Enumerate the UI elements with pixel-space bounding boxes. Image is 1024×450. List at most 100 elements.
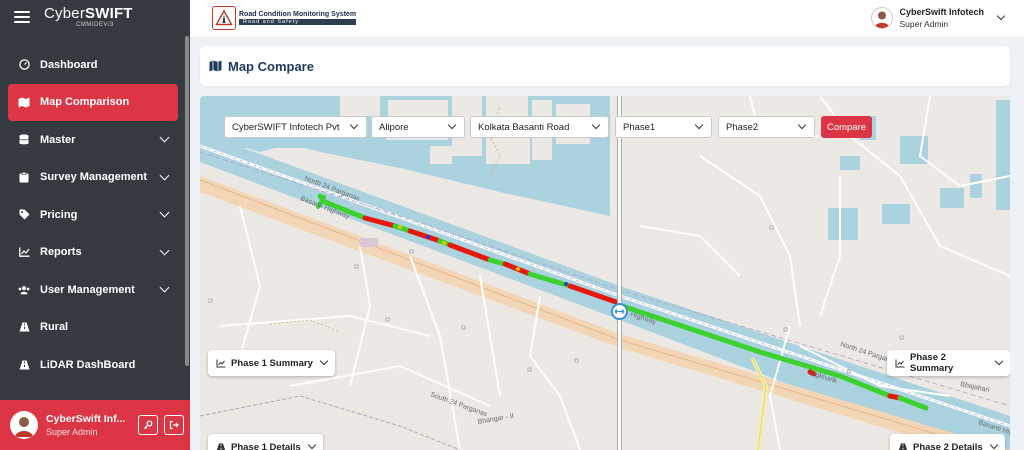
phase1-details-label: Phase 1 Details (231, 441, 301, 450)
chart-line-icon (895, 359, 905, 368)
dashboard-icon (18, 59, 30, 71)
sidebar-user-box: CyberSwift Inf... Super Admin (0, 400, 190, 450)
sidebar-item-label: Rural (40, 321, 69, 334)
chevron-down-icon (989, 440, 998, 450)
sidebar-item-label: User Management (40, 283, 135, 296)
logo-subtitle: CMMIDEV/3 (76, 22, 114, 28)
phase-right-select-value: Phase2 (726, 121, 759, 133)
chevron-down-icon (591, 120, 601, 130)
chevron-down-icon (307, 440, 316, 450)
chevron-down-icon (694, 120, 704, 130)
sidebar-item-lidar-dashboard[interactable]: LiDAR DashBoard (0, 346, 190, 384)
brand-logo: Road Condition Monitoring System Road an… (212, 6, 357, 30)
cyberswift-logo: CyberSWIFT CMMIDEV/3 (44, 6, 133, 28)
company-select[interactable]: CyberSWIFT Infotech Pvt (224, 116, 367, 138)
chevron-down-icon (159, 207, 170, 218)
compare-divider (617, 96, 622, 450)
phase2-summary-label: Phase 2 Summary (910, 352, 954, 374)
map-canvas[interactable]: North 24 Parganas Basanti Highway Highwa… (200, 96, 1010, 450)
chevron-down-icon (159, 245, 170, 256)
phase-right-select[interactable]: Phase2 (718, 116, 815, 138)
logo-text-b: SWIFT (85, 5, 133, 22)
sidebar-item-label: Master (40, 133, 76, 146)
logo-text-a: Cyber (44, 5, 86, 22)
user-avatar-icon (15, 417, 33, 437)
chevron-down-icon (349, 120, 359, 130)
map-icon (18, 96, 30, 108)
chevron-down-icon (447, 120, 457, 130)
road-icon (18, 321, 30, 333)
phase1-details-panel[interactable]: Phase 1 Details (208, 434, 323, 450)
sidebar-item-label: Survey Management (40, 171, 147, 184)
topbar-user-menu[interactable]: CyberSwift Infotech Super Admin (871, 7, 1006, 29)
chart-icon (18, 246, 30, 258)
map-label: South 24 Parganas (429, 391, 488, 418)
phase2-details-label: Phase 2 Details (913, 441, 983, 450)
sidebar: CyberSWIFT CMMIDEV/3 Dashboard Map Compar… (0, 0, 190, 450)
topbar-user-role: Super Admin (899, 19, 949, 29)
brand-title: Road Condition Monitoring System (239, 11, 357, 18)
chevron-down-icon (996, 11, 1006, 21)
phase2-summary-panel[interactable]: Phase 2 Summary (887, 350, 1010, 376)
sidebar-item-label: LiDAR DashBoard (40, 358, 136, 371)
map-compare-view[interactable]: North 24 Parganas Basanti Highway Highwa… (200, 96, 1010, 450)
top-bar: Road Condition Monitoring System Road an… (190, 0, 1024, 38)
topbar-user-name: CyberSwift Infotech (899, 7, 984, 17)
road-warning-icon (212, 6, 236, 30)
phase-left-select[interactable]: Phase1 (615, 116, 712, 138)
avatar (10, 411, 38, 439)
phase1-summary-panel[interactable]: Phase 1 Summary (208, 350, 335, 376)
arrows-horizontal-icon (614, 309, 625, 314)
company-select-value: CyberSWIFT Infotech Pvt (232, 121, 340, 133)
phase2-details-panel[interactable]: Phase 2 Details (890, 434, 1005, 450)
chevron-down-icon (159, 170, 170, 181)
sidebar-item-label: Pricing (40, 208, 78, 221)
database-icon (18, 134, 30, 146)
sidebar-item-survey-management[interactable]: Survey Management (0, 159, 190, 197)
menu-toggle-icon[interactable] (14, 11, 30, 23)
sidebar-item-label: Reports (40, 246, 82, 259)
tag-icon (18, 209, 30, 221)
chart-line-icon (216, 359, 226, 368)
key-icon (144, 420, 153, 429)
sidebar-item-dashboard[interactable]: Dashboard (0, 46, 190, 84)
compare-button[interactable]: Compare (821, 116, 872, 138)
sidebar-item-pricing[interactable]: Pricing (0, 196, 190, 234)
road-select[interactable]: Kolkata Basanti Road (470, 116, 609, 138)
sidebar-menu: Dashboard Map Comparison Master Survey Mana… (0, 46, 190, 384)
sidebar-item-label: Map Comparison (40, 96, 130, 109)
road-icon (898, 443, 908, 450)
chevron-down-icon (159, 132, 170, 143)
compare-slider-handle[interactable] (611, 303, 628, 320)
brand-tagline: Road and Safety (239, 19, 357, 25)
map-icon (209, 60, 222, 72)
sidebar-item-master[interactable]: Master (0, 121, 190, 159)
area-select-value: Alipore (379, 121, 409, 133)
sidebar-item-map-comparison[interactable]: Map Comparison (8, 83, 178, 121)
chevron-down-icon (994, 356, 1004, 366)
chevron-down-icon (159, 282, 170, 293)
key-button[interactable] (138, 415, 158, 435)
page-title: Map Compare (228, 58, 314, 74)
sidebar-item-label: Dashboard (40, 58, 98, 71)
sidebar-scrollbar[interactable] (185, 36, 189, 366)
building (360, 238, 378, 247)
logout-icon (169, 420, 179, 430)
avatar (871, 7, 894, 29)
sidebar-item-rural[interactable]: Rural (0, 309, 190, 347)
clipboard-icon (18, 171, 30, 183)
users-icon (18, 284, 30, 296)
phase-left-select-value: Phase1 (623, 121, 656, 133)
chevron-down-icon (797, 120, 807, 130)
filter-bar: CyberSWIFT Infotech Pvt Alipore Kolkata … (200, 116, 1010, 138)
sidebar-item-user-management[interactable]: User Management (0, 271, 190, 309)
logout-button[interactable] (164, 415, 184, 435)
user-avatar-icon (874, 11, 890, 28)
sidebar-header: CyberSWIFT CMMIDEV/3 (0, 0, 190, 34)
page-header: Map Compare (200, 46, 1010, 86)
road-icon (18, 359, 30, 371)
sidebar-item-reports[interactable]: Reports (0, 234, 190, 272)
area-select[interactable]: Alipore (371, 116, 465, 138)
phase1-summary-label: Phase 1 Summary (231, 357, 313, 369)
road-icon (216, 443, 226, 450)
